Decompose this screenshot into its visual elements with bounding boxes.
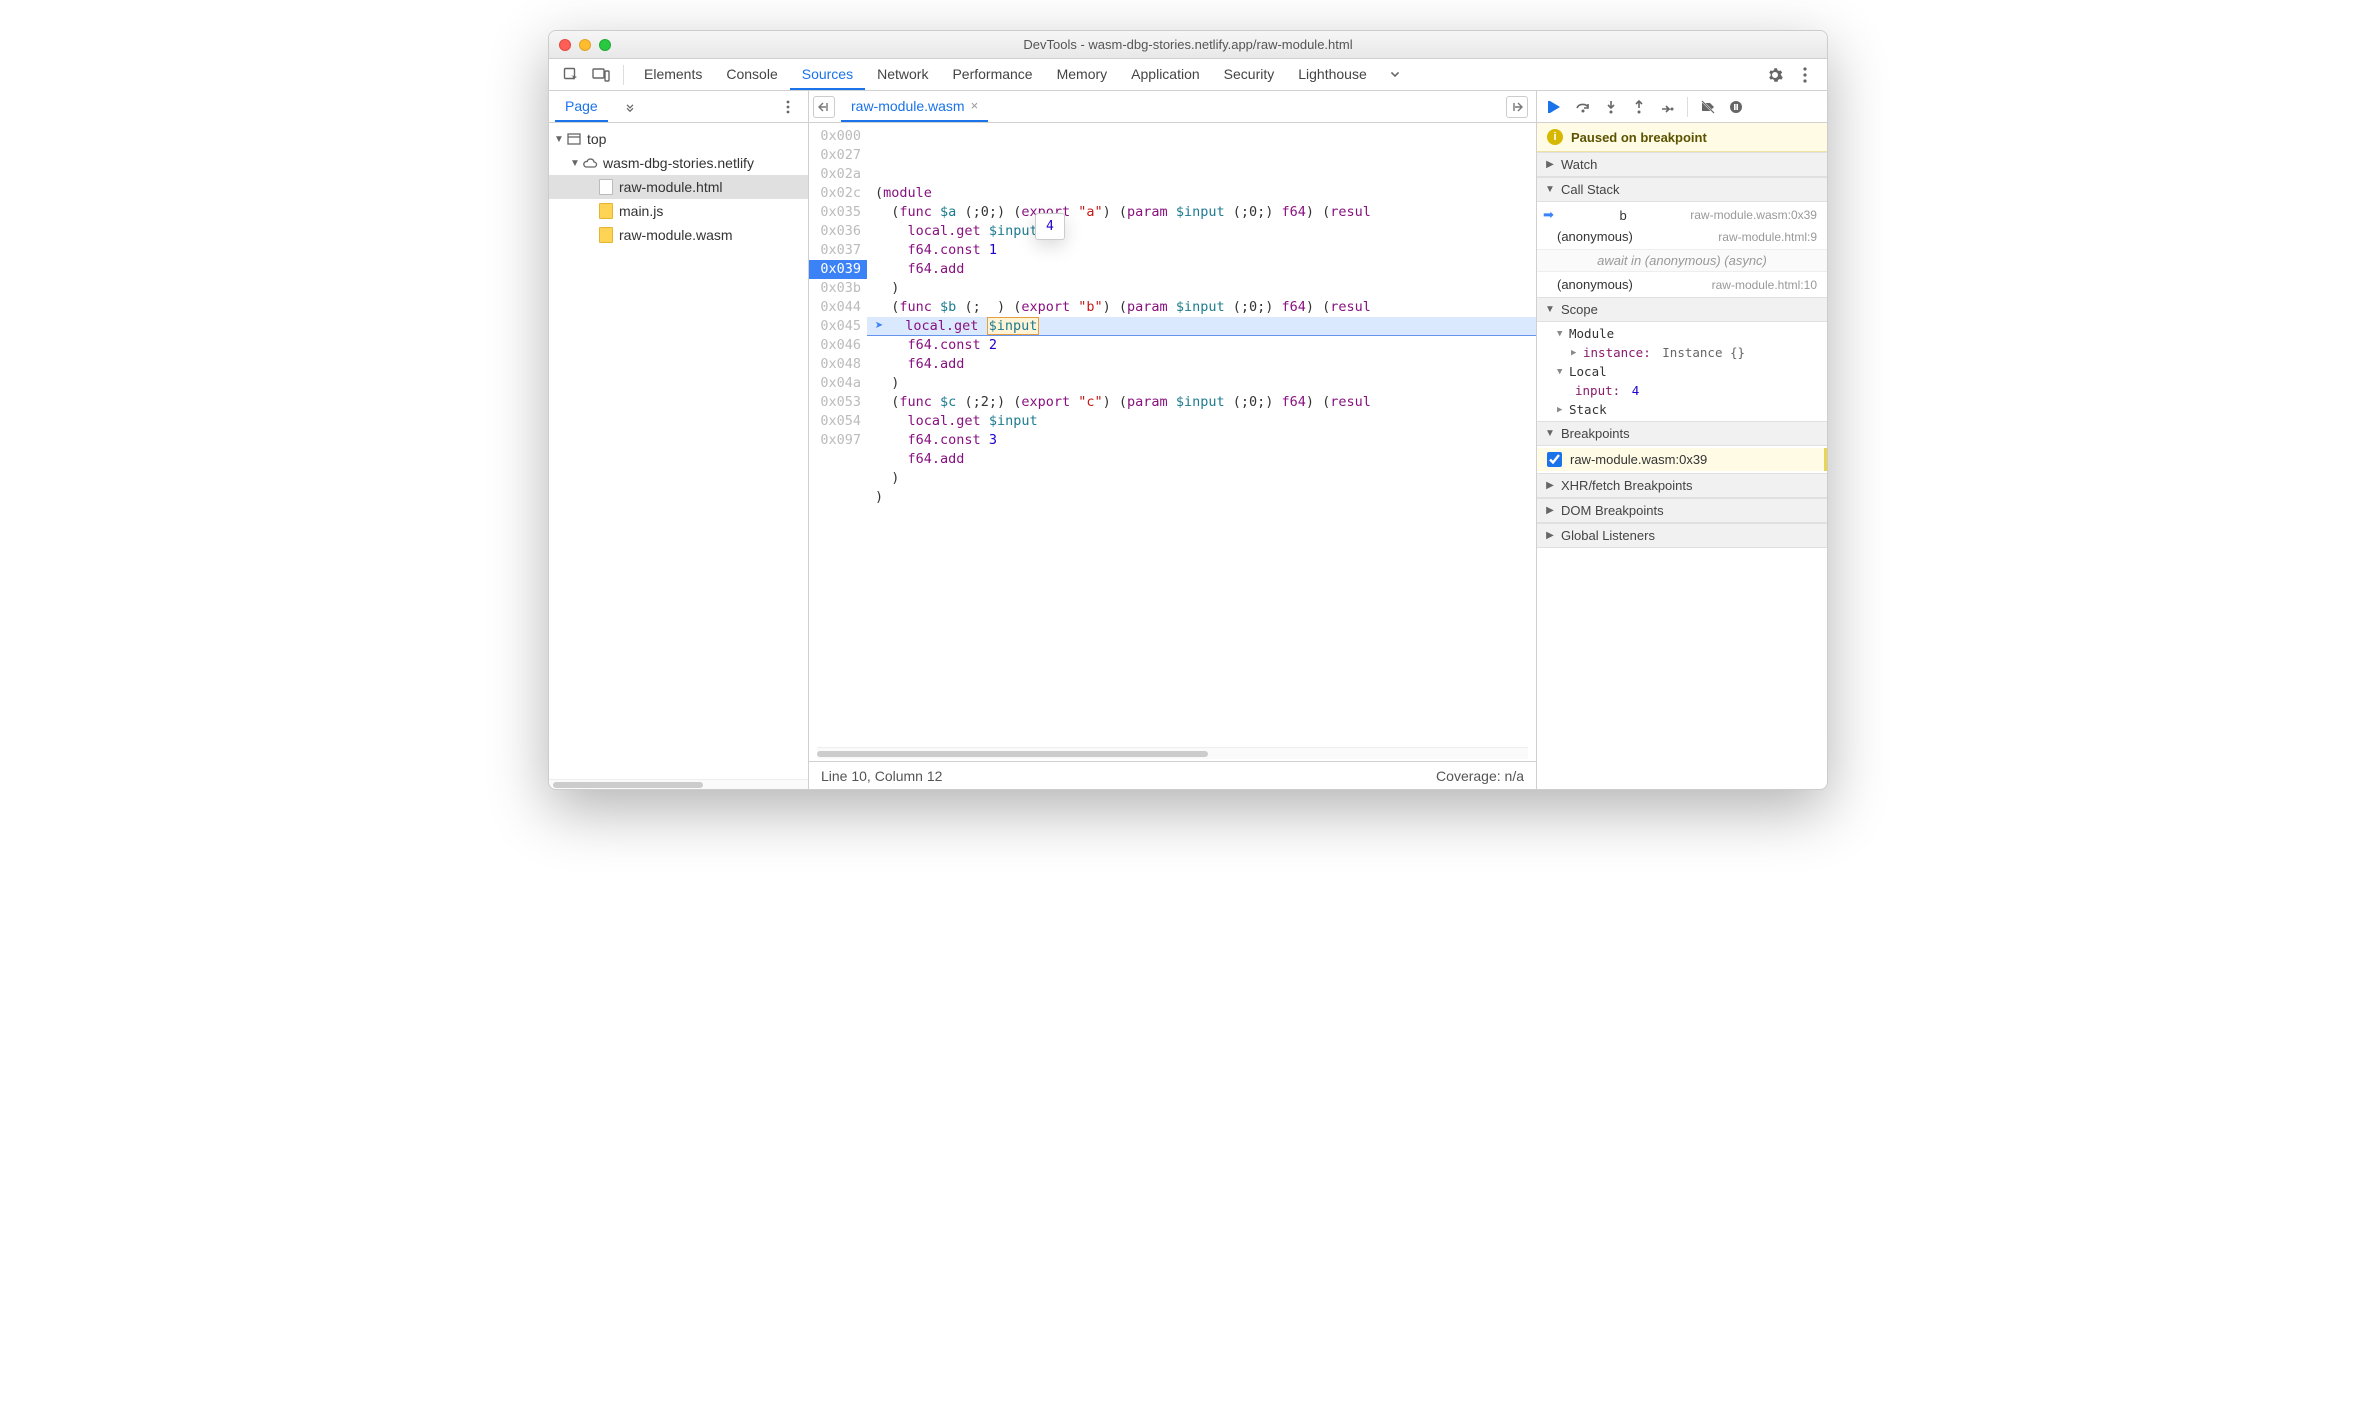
- tab-sources[interactable]: Sources: [790, 59, 865, 90]
- tree-root[interactable]: ▼ top: [549, 127, 808, 151]
- navigator-panel: Page ▼ top ▼ wa: [549, 91, 809, 789]
- tab-lighthouse[interactable]: Lighthouse: [1286, 59, 1379, 90]
- scope-local[interactable]: ▼Local: [1537, 362, 1827, 381]
- scope-instance[interactable]: ▶instance: Instance {}: [1537, 343, 1827, 362]
- step-into-icon[interactable]: [1599, 95, 1623, 119]
- tab-console[interactable]: Console: [714, 59, 789, 90]
- window-titlebar: DevTools - wasm-dbg-stories.netlify.app/…: [549, 31, 1827, 59]
- file-icon: [597, 226, 615, 244]
- scope-stack[interactable]: ▶Stack: [1537, 400, 1827, 419]
- breakpoint-checkbox[interactable]: [1547, 452, 1562, 467]
- pause-banner: i Paused on breakpoint: [1537, 123, 1827, 152]
- tab-network[interactable]: Network: [865, 59, 940, 90]
- traffic-lights[interactable]: [559, 39, 611, 51]
- editor-hscrollbar[interactable]: [817, 747, 1528, 759]
- navigator-tab-page[interactable]: Page: [555, 91, 608, 122]
- pause-on-exceptions-icon[interactable]: [1724, 95, 1748, 119]
- callframe[interactable]: (anonymous)raw-module.html:10: [1537, 274, 1827, 295]
- editor-panel: raw-module.wasm × 0x0000x0270x02a0x02c0x…: [809, 91, 1537, 789]
- step-over-icon[interactable]: [1571, 95, 1595, 119]
- async-divider: await in (anonymous) (async): [1537, 249, 1827, 272]
- file-tab-label: raw-module.wasm: [851, 98, 965, 114]
- settings-icon[interactable]: [1761, 62, 1789, 88]
- tree-file[interactable]: raw-module.html: [549, 175, 808, 199]
- file-tab-active[interactable]: raw-module.wasm ×: [841, 91, 988, 122]
- tab-memory[interactable]: Memory: [1045, 59, 1120, 90]
- scope-local-var: input: 4: [1537, 381, 1827, 400]
- debugger-panel: i Paused on breakpoint ▶Watch ▼Call Stac…: [1537, 91, 1827, 789]
- cursor-position: Line 10, Column 12: [821, 768, 942, 784]
- minimize-window-icon[interactable]: [579, 39, 591, 51]
- tab-application[interactable]: Application: [1119, 59, 1212, 90]
- overflow-nav-tabs-icon[interactable]: [616, 94, 644, 120]
- section-breakpoints[interactable]: ▼Breakpoints: [1537, 421, 1827, 446]
- tab-security[interactable]: Security: [1212, 59, 1287, 90]
- window-frame-icon: [565, 130, 583, 148]
- kebab-menu-icon[interactable]: [1791, 62, 1819, 88]
- section-xhr-bp[interactable]: ▶XHR/fetch Breakpoints: [1537, 473, 1827, 498]
- line-gutter[interactable]: 0x0000x0270x02a0x02c0x0350x0360x0370x039…: [809, 123, 867, 747]
- resume-icon[interactable]: [1543, 95, 1567, 119]
- maximize-window-icon[interactable]: [599, 39, 611, 51]
- inspect-element-icon[interactable]: [557, 62, 585, 88]
- section-scope[interactable]: ▼Scope: [1537, 297, 1827, 322]
- tree-root-label: top: [587, 131, 606, 147]
- code-area[interactable]: 4 (module (func $a (;0;) (export "a") (p…: [867, 123, 1536, 747]
- close-tab-icon[interactable]: ×: [971, 98, 979, 113]
- window-title: DevTools - wasm-dbg-stories.netlify.app/…: [549, 37, 1827, 52]
- file-tree[interactable]: ▼ top ▼ wasm-dbg-stories.netlify raw-mod…: [549, 123, 808, 779]
- step-out-icon[interactable]: [1627, 95, 1651, 119]
- callframe[interactable]: (anonymous)raw-module.html:9: [1537, 226, 1827, 247]
- tab-performance[interactable]: Performance: [940, 59, 1044, 90]
- step-icon[interactable]: [1655, 95, 1679, 119]
- pause-message: Paused on breakpoint: [1571, 130, 1707, 145]
- close-window-icon[interactable]: [559, 39, 571, 51]
- navigate-back-icon[interactable]: [813, 96, 835, 118]
- tree-domain-label: wasm-dbg-stories.netlify: [603, 155, 754, 171]
- file-icon: [597, 178, 615, 196]
- section-callstack[interactable]: ▼Call Stack: [1537, 177, 1827, 202]
- info-icon: i: [1547, 129, 1563, 145]
- breakpoint-row[interactable]: raw-module.wasm:0x39: [1537, 448, 1827, 471]
- section-watch[interactable]: ▶Watch: [1537, 152, 1827, 177]
- section-global-listeners[interactable]: ▶Global Listeners: [1537, 523, 1827, 548]
- tree-domain[interactable]: ▼ wasm-dbg-stories.netlify: [549, 151, 808, 175]
- section-dom-bp[interactable]: ▶DOM Breakpoints: [1537, 498, 1827, 523]
- file-icon: [597, 202, 615, 220]
- navigator-kebab-icon[interactable]: [774, 94, 802, 120]
- coverage-status: Coverage: n/a: [1436, 768, 1524, 784]
- value-tooltip: 4: [1035, 213, 1065, 240]
- device-toolbar-icon[interactable]: [587, 62, 615, 88]
- tab-elements[interactable]: Elements: [632, 59, 714, 90]
- cloud-icon: [581, 154, 599, 172]
- callframe[interactable]: ➡braw-module.wasm:0x39: [1537, 204, 1827, 226]
- navigate-forward-icon[interactable]: [1506, 96, 1528, 118]
- scope-module[interactable]: ▼Module: [1537, 324, 1827, 343]
- deactivate-breakpoints-icon[interactable]: [1696, 95, 1720, 119]
- main-toolbar: ElementsConsoleSourcesNetworkPerformance…: [549, 59, 1827, 91]
- tree-file[interactable]: main.js: [549, 199, 808, 223]
- overflow-tabs-icon[interactable]: [1381, 62, 1409, 88]
- navigator-hscrollbar[interactable]: [549, 779, 808, 789]
- tree-file[interactable]: raw-module.wasm: [549, 223, 808, 247]
